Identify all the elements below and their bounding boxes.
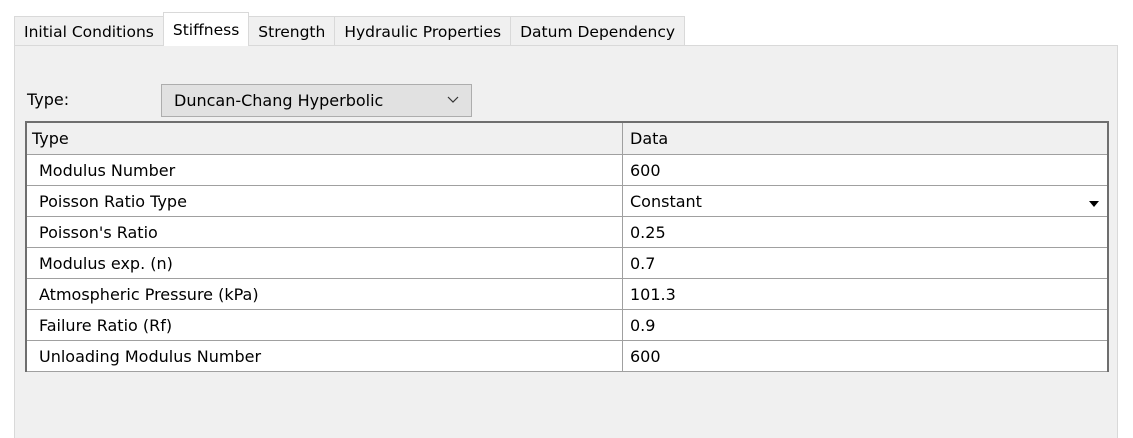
- tab-datum-dependency[interactable]: Datum Dependency: [510, 16, 686, 46]
- dropdown-arrow-icon[interactable]: [1089, 201, 1099, 207]
- type-label: Type:: [27, 90, 70, 109]
- row-name: Atmospheric Pressure (kPa): [27, 279, 623, 309]
- row-value-cell[interactable]: 0.25: [623, 217, 1107, 247]
- table-row: Atmospheric Pressure (kPa) 101.3: [27, 279, 1107, 310]
- row-value-cell[interactable]: 600: [623, 155, 1107, 185]
- table-row: Poisson's Ratio 0.25: [27, 217, 1107, 248]
- type-combobox-value: Duncan-Chang Hyperbolic: [174, 91, 384, 110]
- properties-grid: Type Data Modulus Number 600 Poisson Rat…: [25, 121, 1109, 372]
- table-row: Failure Ratio (Rf) 0.9: [27, 310, 1107, 341]
- table-row: Modulus Number 600: [27, 155, 1107, 186]
- table-row: Unloading Modulus Number 600: [27, 341, 1107, 372]
- row-value-cell[interactable]: 600: [623, 341, 1107, 371]
- row-name: Poisson Ratio Type: [27, 186, 623, 216]
- grid-header-row: Type Data: [27, 123, 1107, 155]
- row-name: Modulus exp. (n): [27, 248, 623, 278]
- stiffness-panel: Type: Duncan-Chang Hyperbolic Type Data …: [14, 45, 1118, 438]
- row-name: Failure Ratio (Rf): [27, 310, 623, 340]
- type-combobox[interactable]: Duncan-Chang Hyperbolic: [161, 84, 472, 117]
- row-name: Poisson's Ratio: [27, 217, 623, 247]
- tab-strip: Initial Conditions Stiffness Strength Hy…: [14, 12, 686, 46]
- row-value: Constant: [630, 191, 702, 211]
- row-value-cell[interactable]: 0.9: [623, 310, 1107, 340]
- tab-strength[interactable]: Strength: [248, 16, 336, 46]
- chevron-down-icon: [447, 96, 459, 103]
- tab-initial-conditions[interactable]: Initial Conditions: [14, 16, 164, 46]
- row-name: Unloading Modulus Number: [27, 341, 623, 371]
- table-row: Poisson Ratio Type Constant: [27, 186, 1107, 217]
- row-value-cell[interactable]: 101.3: [623, 279, 1107, 309]
- row-value-dropdown[interactable]: Constant: [623, 186, 1107, 216]
- tab-hydraulic-properties[interactable]: Hydraulic Properties: [334, 16, 512, 46]
- row-name: Modulus Number: [27, 155, 623, 185]
- header-type[interactable]: Type: [27, 123, 623, 154]
- header-data[interactable]: Data: [623, 123, 1107, 154]
- tab-stiffness[interactable]: Stiffness: [162, 12, 250, 46]
- row-value-cell[interactable]: 0.7: [623, 248, 1107, 278]
- table-row: Modulus exp. (n) 0.7: [27, 248, 1107, 279]
